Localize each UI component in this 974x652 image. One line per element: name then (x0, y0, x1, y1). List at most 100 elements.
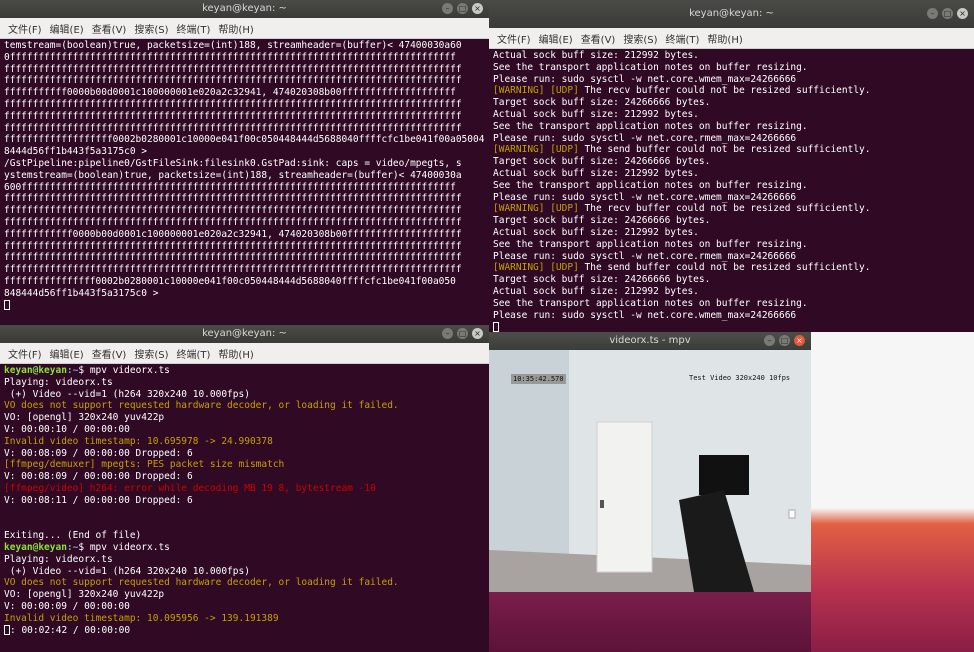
titlebar[interactable]: keyan@keyan: ~ – □ × (0, 0, 489, 18)
menu-edit[interactable]: 编辑(E) (539, 31, 573, 46)
terminal-window-top-right[interactable]: keyan@keyan: ~ – □ × 文件(F) 编辑(E) 查看(V) 搜… (489, 0, 974, 332)
window-title: videorx.ts - mpv (609, 335, 691, 346)
terminal-line: ffffffffffffffffffffffffffffffffffffffff… (4, 205, 462, 217)
maximize-icon[interactable]: □ (457, 328, 468, 339)
menu-terminal[interactable]: 终端(T) (177, 346, 211, 361)
terminal-window-top-left[interactable]: keyan@keyan: ~ – □ × 文件(F) 编辑(E) 查看(V) 搜… (0, 0, 489, 325)
terminal-line: ffffffffffffffffffffffffffffffffffffffff… (4, 264, 462, 276)
terminal-line: fffffffffff0000b00d0001c100000001e020a2c… (4, 87, 456, 99)
terminal-window-bottom-left[interactable]: keyan@keyan: ~ – □ × 文件(F) 编辑(E) 查看(V) 搜… (0, 325, 489, 652)
minimize-icon[interactable]: – (927, 8, 938, 19)
terminal-line: Target sock buff size: 24266666 bytes. (493, 215, 711, 227)
terminal-line: V: 00:00:09 / 00:00:00 (4, 600, 130, 612)
terminal-line: VO does not support requested hardware d… (4, 400, 399, 412)
terminal-line: V: 00:08:09 / 00:00:00 Dropped: 6 (4, 471, 193, 483)
terminal-line: temstream=(boolean)true, packetsize=(int… (4, 40, 462, 51)
menu-view[interactable]: 查看(V) (92, 21, 127, 36)
menu-view[interactable]: 查看(V) (92, 346, 127, 361)
terminal-line: Target sock buff size: 24266666 bytes. (493, 97, 711, 109)
maximize-icon[interactable]: □ (457, 3, 468, 14)
maximize-icon[interactable]: □ (779, 335, 790, 346)
terminal-line: fffffffffffffffffff0002b0280001c10000e04… (4, 134, 485, 146)
terminal-line: 848444d56ff1b443f5a3175c0 > (4, 287, 159, 299)
prompt-path: :~ (66, 365, 79, 376)
close-icon[interactable]: × (472, 3, 483, 14)
terminal-line: (+) Video --vid=1 (h264 320x240 10.000fp… (4, 388, 250, 400)
cursor-icon (493, 321, 499, 332)
terminal-line: [WARNING] [UDP] The send buffer could no… (493, 262, 970, 274)
terminal-line: See the transport application notes on b… (493, 179, 808, 191)
terminal-line: keyan@keyan:~$ mpv videorx.ts (4, 365, 485, 377)
terminal-line: Please run: sudo sysctl -w net.core.wmem… (493, 191, 797, 203)
mpv-window[interactable]: videorx.ts - mpv – □ × 10:35:42.570 Test… (489, 332, 811, 592)
terminal-line: VO: [opengl] 320x240 yuv422p (4, 589, 165, 601)
terminal-line: ffffffffffffffffffffffffffffffffffffffff… (4, 122, 462, 134)
terminal-line: ffffffffffffffffffffffffffffffffffffffff… (4, 63, 462, 75)
terminal-line: See the transport application notes on b… (493, 120, 808, 132)
terminal-output[interactable]: Actual sock buff size: 212992 bytes. See … (489, 49, 974, 332)
terminal-line: V: 00:08:09 / 00:00:00 Dropped: 6 (4, 447, 193, 459)
close-icon[interactable]: × (472, 328, 483, 339)
command-text: mpv videorx.ts (89, 365, 170, 376)
menu-terminal[interactable]: 终端(T) (666, 31, 700, 46)
minimize-icon[interactable]: – (764, 335, 775, 346)
terminal-line: Actual sock buff size: 212992 bytes. (493, 285, 699, 297)
warning-tag: [WARNING] [UDP] (493, 203, 579, 215)
maximize-icon[interactable]: □ (942, 8, 953, 19)
menu-terminal[interactable]: 终端(T) (177, 21, 211, 36)
menu-help[interactable]: 帮助(H) (218, 21, 253, 36)
terminal-line: /GstPipeline:pipeline0/GstFileSink:files… (4, 157, 462, 169)
terminal-line: 600fffffffffffffffffffffffffffffffffffff… (4, 181, 456, 193)
menu-search[interactable]: 搜索(S) (623, 31, 657, 46)
menu-file[interactable]: 文件(F) (497, 31, 531, 46)
terminal-line: Actual sock buff size: 212992 bytes. (493, 226, 699, 238)
terminal-line: V: 00:00:10 / 00:00:00 (4, 423, 130, 435)
prompt-symbol: $ (78, 365, 90, 376)
warning-message: The send buffer could not be resized suf… (578, 144, 871, 156)
menu-search[interactable]: 搜索(S) (134, 21, 168, 36)
terminal-line: keyan@keyan:~$ mpv videorx.ts (4, 542, 485, 554)
minimize-icon[interactable]: – (442, 3, 453, 14)
prompt-symbol: $ (78, 541, 90, 553)
minimize-icon[interactable]: – (442, 328, 453, 339)
terminal-line: ffffffffffffffff0002b0280001c10000e041f0… (4, 275, 456, 287)
desktop-background (489, 592, 811, 652)
video-scene (489, 350, 811, 592)
terminal-line: Actual sock buff size: 212992 bytes. (493, 108, 699, 120)
terminal-line: Please run: sudo sysctl -w net.core.wmem… (493, 309, 797, 321)
terminal-line: Invalid video timestamp: 10.695978 -> 24… (4, 435, 273, 447)
titlebar[interactable]: videorx.ts - mpv – □ × (489, 332, 811, 350)
terminal-line: Playing: videorx.ts (4, 376, 113, 388)
cursor-icon (4, 300, 10, 311)
terminal-line: [WARNING] [UDP] The recv buffer could no… (493, 203, 970, 215)
menu-edit[interactable]: 编辑(E) (50, 21, 84, 36)
titlebar[interactable]: keyan@keyan: ~ – □ × (489, 0, 974, 28)
menu-file[interactable]: 文件(F) (8, 346, 42, 361)
warning-message: The recv buffer could not be resized suf… (578, 85, 871, 97)
prompt-path: :~ (66, 541, 79, 553)
titlebar[interactable]: keyan@keyan: ~ – □ × (0, 325, 489, 343)
menu-help[interactable]: 帮助(H) (218, 346, 253, 361)
terminal-line: ffffffffffffffffffffffffffffffffffffffff… (4, 193, 462, 205)
terminal-line: (+) Video --vid=1 (h264 320x240 10.000fp… (4, 565, 250, 577)
status-text: : 00:02:42 / 00:00:00 (10, 624, 131, 636)
terminal-line: Exiting... (End of file) (4, 530, 142, 542)
terminal-output[interactable]: keyan@keyan:~$ mpv videorx.ts Playing: vi… (0, 364, 489, 637)
menu-search[interactable]: 搜索(S) (134, 346, 168, 361)
menu-file[interactable]: 文件(F) (8, 21, 42, 36)
menu-edit[interactable]: 编辑(E) (50, 346, 84, 361)
terminal-line: V: 00:08:11 / 00:00:00 Dropped: 6 (4, 494, 193, 506)
terminal-line: Actual sock buff size: 212992 bytes. (493, 167, 699, 179)
video-frame[interactable]: 10:35:42.570 Test Video 320x240 10fps (489, 350, 811, 592)
desktop-background (811, 332, 974, 652)
menu-help[interactable]: 帮助(H) (707, 31, 742, 46)
close-icon[interactable]: × (957, 8, 968, 19)
terminal-line: See the transport application notes on b… (493, 297, 808, 309)
prompt-user: keyan@keyan (4, 365, 67, 376)
menu-view[interactable]: 查看(V) (581, 31, 616, 46)
terminal-line: VO does not support requested hardware d… (4, 577, 399, 589)
terminal-output[interactable]: temstream=(boolean)true, packetsize=(int… (0, 39, 489, 312)
close-icon[interactable]: × (794, 335, 805, 346)
terminal-line: ffffffffffffffffffffffffffffffffffffffff… (4, 240, 462, 252)
